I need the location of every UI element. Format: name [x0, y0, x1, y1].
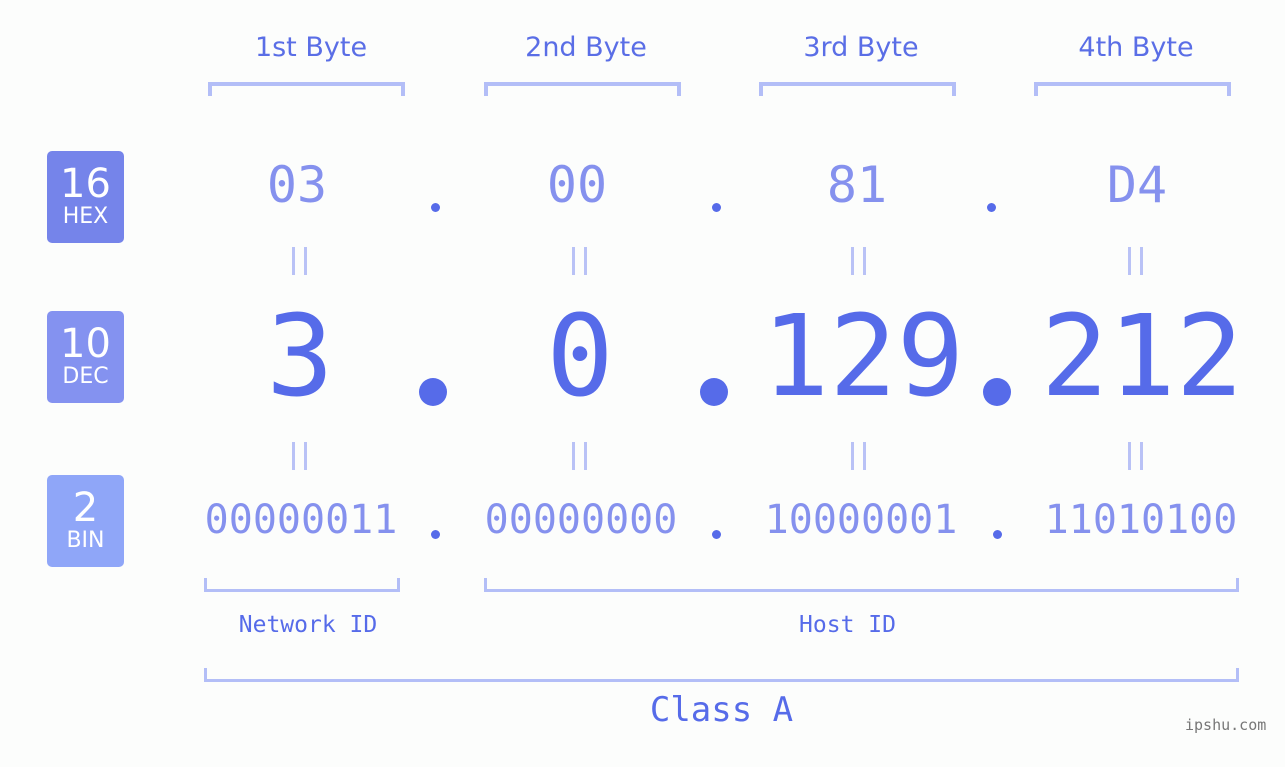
- equals-icon: [1140, 247, 1143, 275]
- dec-dot-3: [983, 378, 1011, 406]
- host-id-label: Host ID: [799, 612, 896, 638]
- hex-label: HEX: [62, 204, 109, 229]
- equals-icon: [572, 442, 575, 470]
- dec-byte-3: 129: [761, 292, 965, 422]
- bin-dot-2: [712, 530, 721, 539]
- equals-icon: [292, 247, 295, 275]
- hex-byte-4: D4: [1106, 156, 1168, 214]
- equals-icon: [863, 247, 866, 275]
- equals-icon: [304, 442, 307, 470]
- byte-label-1: 1st Byte: [254, 32, 368, 63]
- hex-base: 16: [60, 161, 111, 207]
- hex-byte-1: 03: [266, 156, 328, 214]
- equals-icon: [1128, 247, 1131, 275]
- watermark: ipshu.com: [1185, 716, 1267, 734]
- dec-base: 10: [60, 321, 111, 367]
- equals-icon: [584, 247, 587, 275]
- equals-icon: [1140, 442, 1143, 470]
- hex-badge: 16 HEX: [47, 151, 124, 243]
- bin-byte-3: 10000001: [764, 497, 958, 543]
- bin-dot-3: [993, 530, 1002, 539]
- class-bracket: [204, 668, 1239, 682]
- dec-dot-2: [700, 378, 728, 406]
- equals-icon: [572, 247, 575, 275]
- hex-dot-1: [431, 203, 440, 212]
- bin-byte-1: 00000011: [204, 497, 398, 543]
- network-id-label: Network ID: [238, 612, 378, 638]
- host-id-bracket: [484, 578, 1239, 592]
- byte-label-4: 4th Byte: [1078, 32, 1194, 63]
- dec-byte-2: 0: [546, 292, 614, 422]
- byte-bracket-4: [1034, 82, 1231, 96]
- byte-label-3: 3rd Byte: [803, 32, 919, 63]
- hex-dot-2: [712, 203, 721, 212]
- dec-byte-1: 3: [266, 292, 334, 422]
- byte-bracket-1: [208, 82, 405, 96]
- bin-byte-4: 11010100: [1044, 497, 1238, 543]
- byte-label-2: 2nd Byte: [525, 32, 647, 63]
- byte-bracket-3: [759, 82, 956, 96]
- bin-dot-1: [431, 530, 440, 539]
- bin-base: 2: [72, 485, 99, 531]
- equals-icon: [851, 247, 854, 275]
- equals-icon: [851, 442, 854, 470]
- dec-badge: 10 DEC: [47, 311, 124, 403]
- equals-icon: [584, 442, 587, 470]
- equals-icon: [863, 442, 866, 470]
- bin-badge: 2 BIN: [47, 475, 124, 567]
- bin-label: BIN: [66, 528, 105, 553]
- hex-dot-3: [987, 203, 996, 212]
- byte-bracket-2: [484, 82, 681, 96]
- network-id-bracket: [204, 578, 400, 592]
- equals-icon: [292, 442, 295, 470]
- hex-byte-2: 00: [546, 156, 608, 214]
- dec-label: DEC: [62, 364, 109, 389]
- ip-class-label: Class A: [649, 690, 794, 730]
- hex-byte-3: 81: [826, 156, 888, 214]
- bin-byte-2: 00000000: [484, 497, 678, 543]
- equals-icon: [1128, 442, 1131, 470]
- dec-byte-4: 212: [1040, 292, 1244, 422]
- equals-icon: [304, 247, 307, 275]
- dec-dot-1: [419, 378, 447, 406]
